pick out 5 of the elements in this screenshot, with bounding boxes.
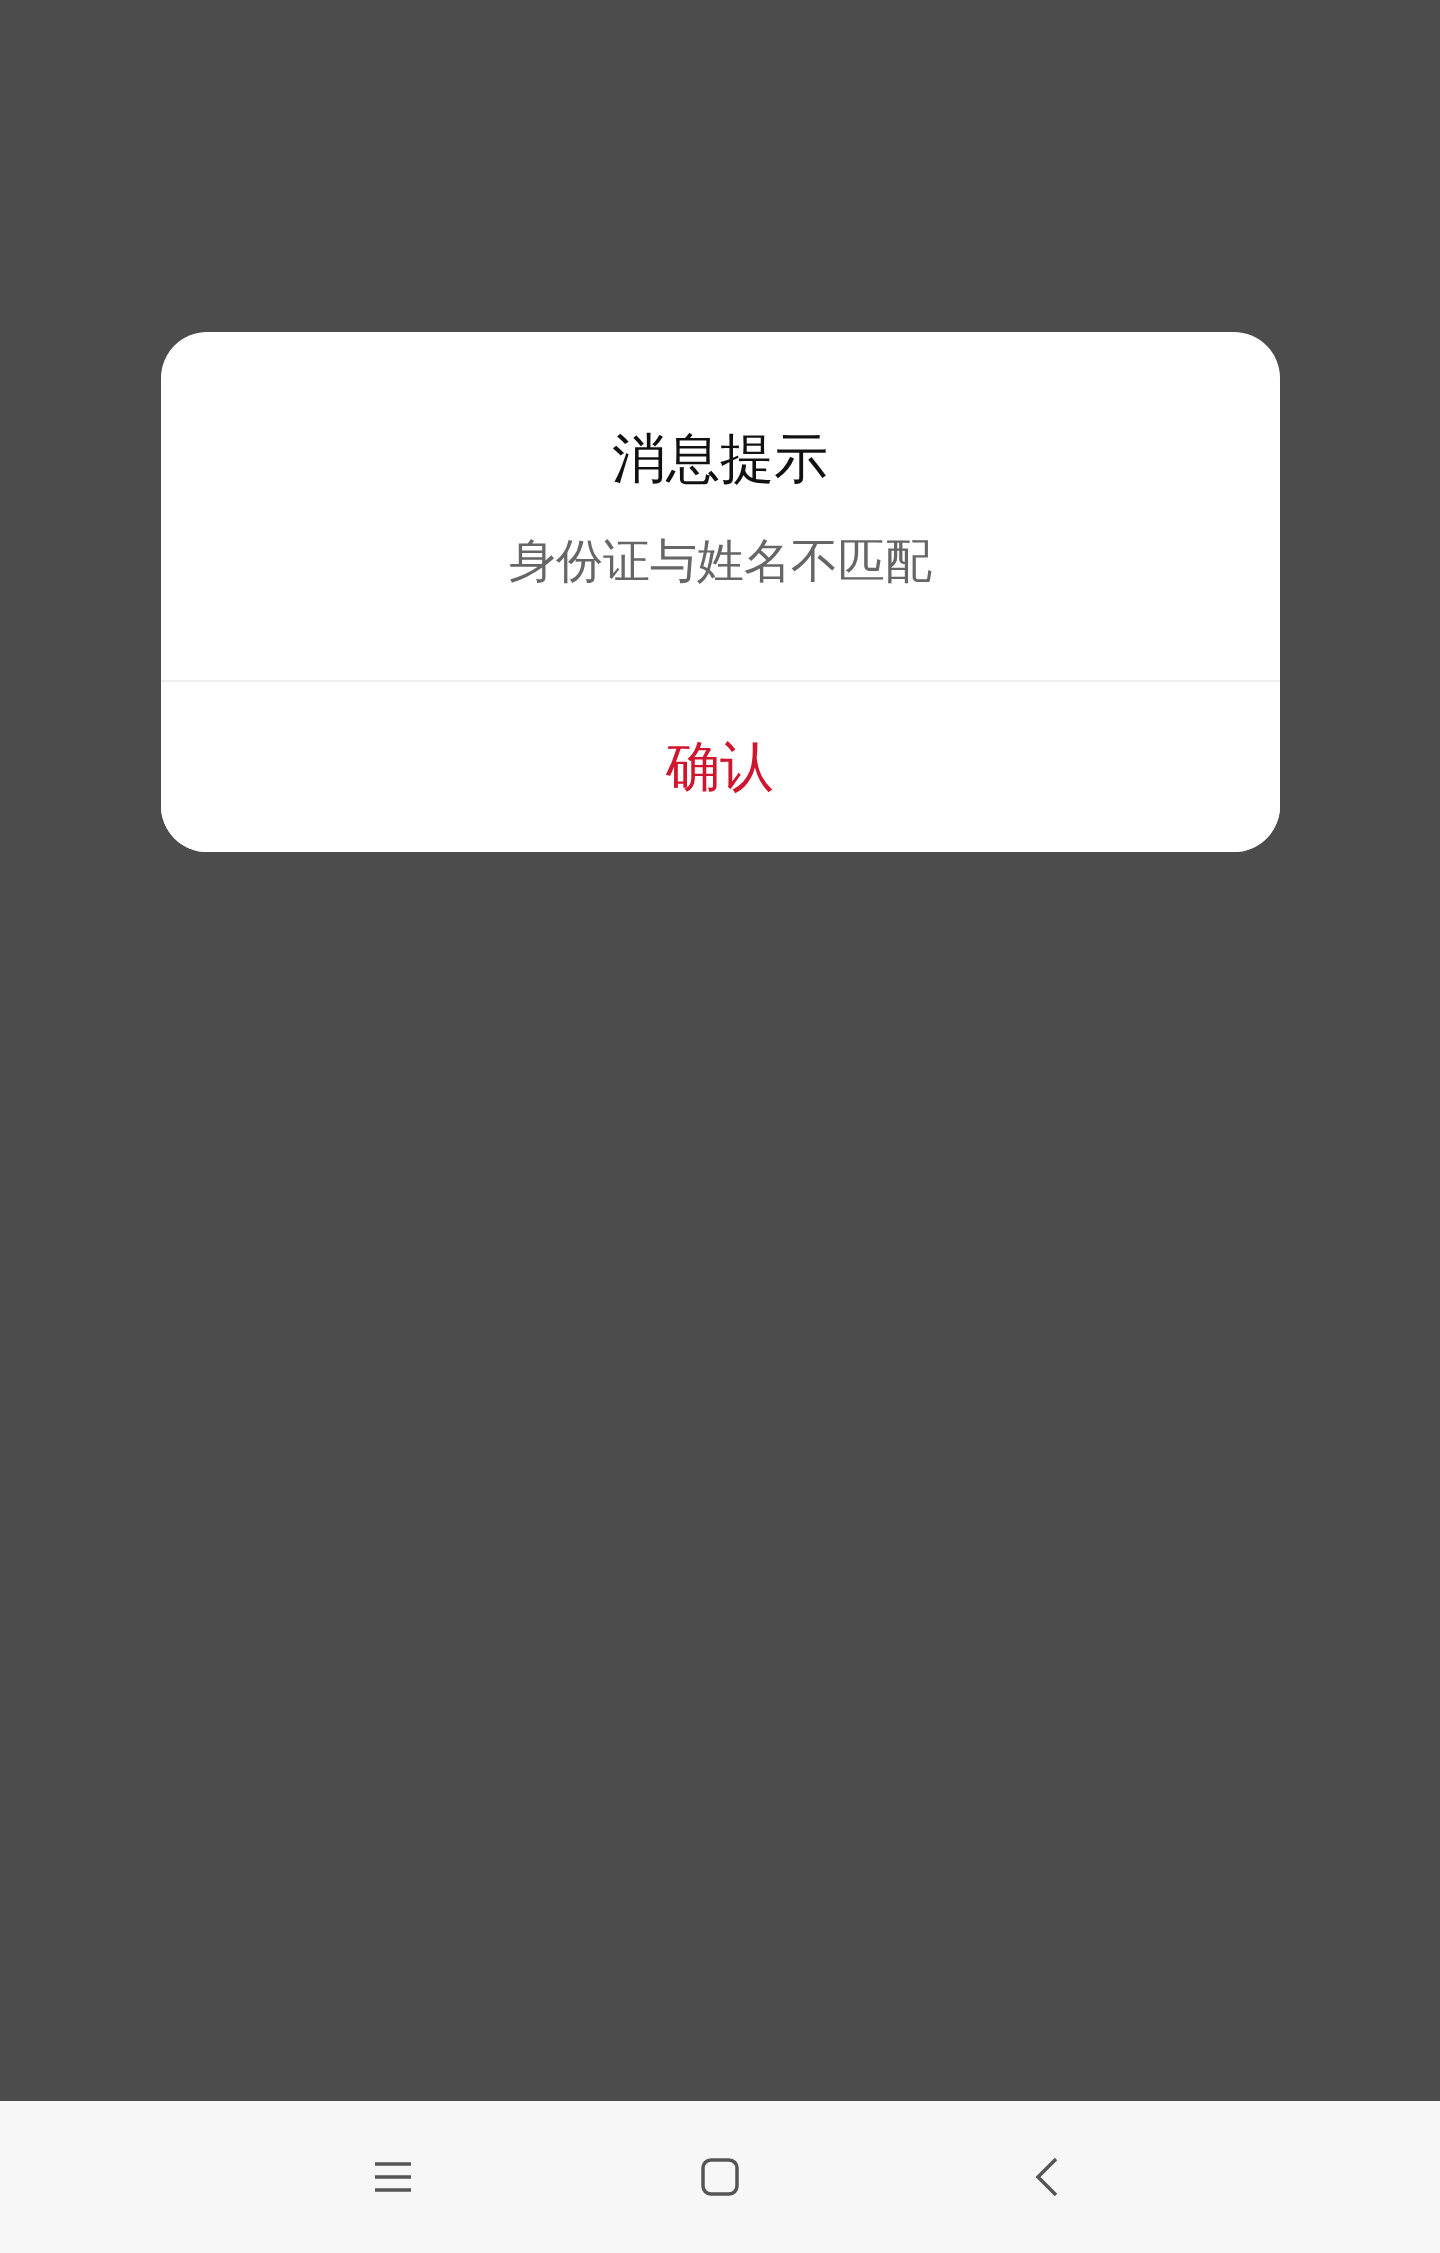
back-icon xyxy=(1035,2157,1059,2197)
home-icon xyxy=(701,2158,739,2196)
dialog-message: 身份证与姓名不匹配 xyxy=(508,532,932,590)
dialog-title: 消息提示 xyxy=(612,426,828,492)
menu-icon xyxy=(374,2161,412,2193)
